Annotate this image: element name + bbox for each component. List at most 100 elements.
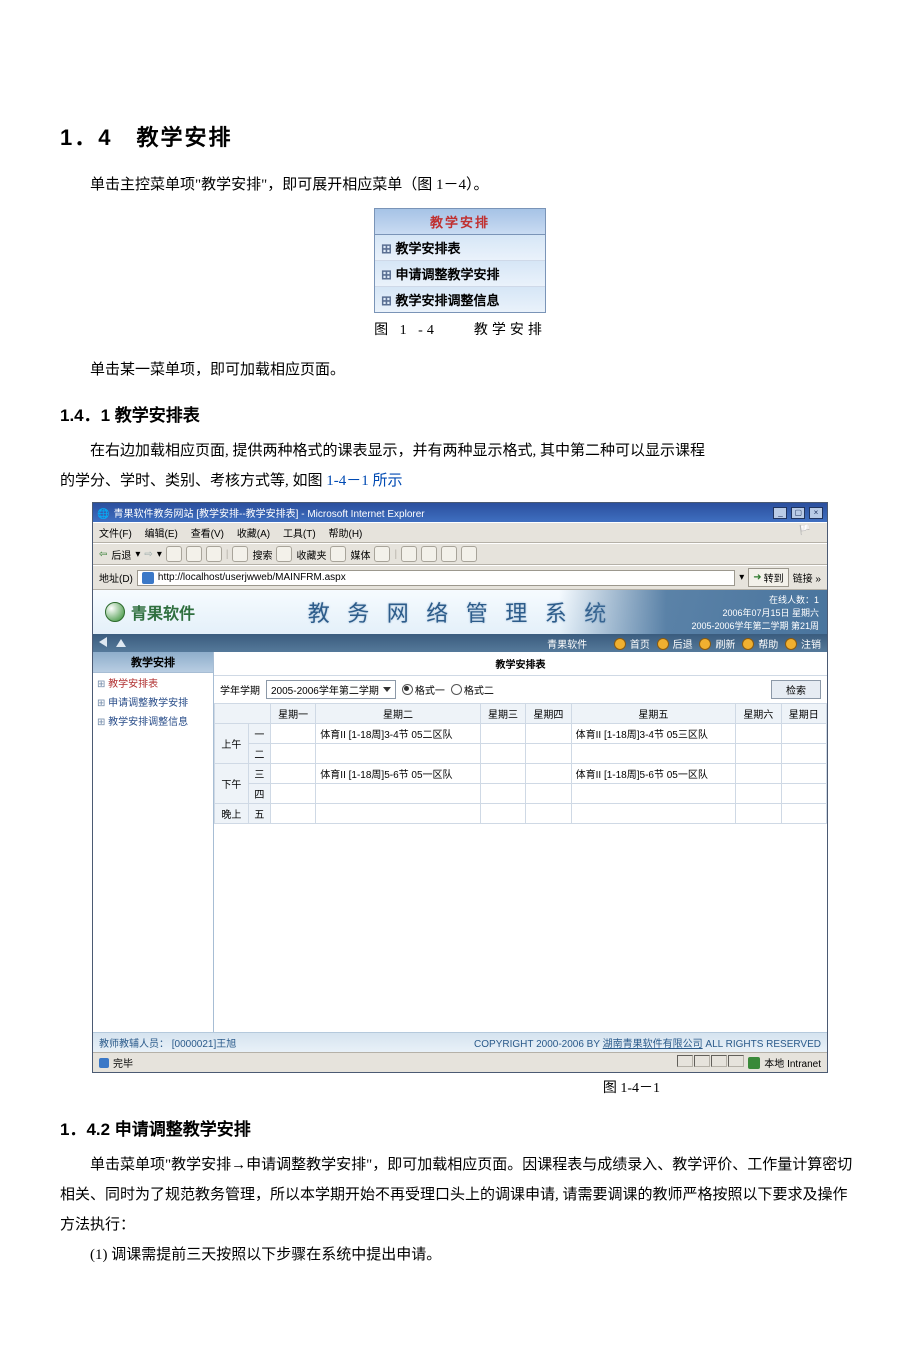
app-header: 青果软件 教 务 网 络 管 理 系 统 在线人数：1 2006年07月15日 … [93, 590, 827, 634]
day-header: 星期五 [571, 704, 736, 724]
browser-menubar[interactable]: 文件(F) 编辑(E) 查看(V) 收藏(A) 工具(T) 帮助(H) 🏳️ [93, 522, 827, 543]
day-header: 星期三 [480, 704, 525, 724]
menu-view[interactable]: 查看(V) [191, 529, 224, 540]
section-heading-1-4-1: 1.4．1 教学安排表 [60, 401, 860, 426]
menu-item[interactable]: 申请调整教学安排 [375, 260, 545, 286]
chevron-down-icon[interactable] [383, 687, 391, 692]
window-title: 🌐青果软件教务网站 [教学安排--教学安排表] - Microsoft Inte… [97, 505, 425, 520]
refresh-icon[interactable] [186, 546, 202, 562]
figure-caption: 图 1 -4 教学安排 [60, 319, 860, 339]
dropdown-icon[interactable]: ▾ [739, 572, 744, 583]
menu-item[interactable]: 教学安排调整信息 [375, 286, 545, 312]
current-term: 2005-2006学年第二学期 第21周 [559, 619, 819, 632]
maximize-icon[interactable]: ▢ [791, 507, 805, 519]
print-icon[interactable] [421, 546, 437, 562]
format2-radio[interactable]: 格式二 [451, 682, 494, 697]
app-logo-icon [105, 602, 125, 622]
toolbar-label: 搜索 [252, 547, 272, 562]
forward-icon[interactable]: ⇨ [144, 549, 152, 560]
search-icon[interactable] [232, 546, 248, 562]
nav-collapse-left-icon[interactable] [99, 637, 107, 647]
toolbar-label: 媒体 [350, 547, 370, 562]
menu-help[interactable]: 帮助(H) [329, 529, 363, 540]
discuss-icon[interactable] [461, 546, 477, 562]
paragraph: 单击主控菜单项"教学安排"，即可展开相应菜单（图 1－4）。 [60, 170, 860, 200]
nav-logout[interactable]: 注销 [801, 640, 821, 651]
current-date: 2006年07月15日 星期六 [559, 606, 819, 619]
sidebar-item-adjust-info[interactable]: 教学安排调整信息 [93, 711, 213, 730]
toolbar-label: 收藏夹 [296, 547, 326, 562]
figure-ref-link[interactable]: 1-4－1 所示 [326, 473, 402, 489]
browser-statusbar: 完毕 本地 Intranet [93, 1052, 827, 1072]
mail-icon[interactable] [401, 546, 417, 562]
menu-tools[interactable]: 工具(T) [283, 529, 316, 540]
year-select[interactable]: 2005-2006学年第二学期 [266, 680, 396, 699]
stop-icon[interactable] [166, 546, 182, 562]
back-label[interactable]: 后退 [111, 547, 131, 562]
period-4: 四 [248, 784, 270, 804]
menu-figure: 教学安排 教学安排表 申请调整教学安排 教学安排调整信息 [374, 208, 546, 313]
cell-tue-1: 体育II [1-18周]3-4节 05二区队 [316, 724, 481, 744]
day-header: 星期二 [316, 704, 481, 724]
nav-help[interactable]: 帮助 [758, 640, 778, 651]
media-icon[interactable] [330, 546, 346, 562]
logout-icon[interactable] [785, 638, 797, 650]
copyright-link[interactable]: 湖南青果软件有限公司 [603, 1039, 703, 1050]
session-ev: 晚上 [215, 804, 249, 824]
home-icon[interactable] [614, 638, 626, 650]
help-icon[interactable] [742, 638, 754, 650]
nav-collapse-up-icon[interactable] [116, 639, 126, 647]
address-input[interactable]: http://localhost/userjwweb/MAINFRM.aspx [137, 570, 735, 586]
menu-item[interactable]: 教学安排表 [375, 235, 545, 260]
copyright-b: ALL RIGHTS RESERVED [705, 1039, 821, 1050]
search-button[interactable]: 检索 [771, 680, 821, 699]
status-tray [676, 1055, 744, 1070]
menu-fav[interactable]: 收藏(A) [237, 529, 270, 540]
home-icon[interactable] [206, 546, 222, 562]
session-am: 上午 [215, 724, 249, 764]
go-button[interactable]: ➜转到 [748, 568, 788, 587]
security-zone: 本地 Intranet [764, 1055, 821, 1070]
table-row: 下午 三 体育II [1-18周]5-6节 05一区队 体育II [1-18周]… [215, 764, 827, 784]
menu-edit[interactable]: 编辑(E) [145, 529, 178, 540]
nav-refresh[interactable]: 刷新 [715, 640, 735, 651]
sidebar-item-schedule[interactable]: 教学安排表 [93, 673, 213, 692]
cell-fri-1: 体育II [1-18周]3-4节 05三区队 [571, 724, 736, 744]
nav-back[interactable]: 后退 [673, 640, 693, 651]
period-1: 一 [248, 724, 270, 744]
address-bar[interactable]: 地址(D) http://localhost/userjwweb/MAINFRM… [93, 565, 827, 590]
year-label: 学年学期 [220, 682, 260, 697]
dropdown-icon[interactable]: ▾ [135, 549, 140, 560]
menu-file[interactable]: 文件(F) [99, 529, 132, 540]
copyright-a: COPYRIGHT 2000-2006 BY [474, 1039, 603, 1050]
sidebar-title: 教学安排 [93, 652, 213, 673]
paragraph: 单击菜单项"教学安排→申请调整教学安排"，即可加载相应页面。因课程表与成绩录入、… [60, 1150, 860, 1240]
favorites-icon[interactable] [276, 546, 292, 562]
status-text: 完毕 [113, 1055, 133, 1070]
browser-toolbar[interactable]: ⇦ 后退 ▾ ⇨ ▾ | 搜索 收藏夹 媒体 | [93, 543, 827, 565]
refresh-icon[interactable] [699, 638, 711, 650]
sidebar: 教学安排 教学安排表 申请调整教学安排 教学安排调整信息 [93, 652, 214, 1032]
paragraph: (1) 调课需提前三天按照以下步骤在系统中提出申请。 [60, 1240, 860, 1270]
ie-flag-icon: 🏳️ [799, 525, 811, 536]
nav-home[interactable]: 首页 [630, 640, 650, 651]
links-label[interactable]: 链接 » [793, 570, 821, 585]
period-3: 三 [248, 764, 270, 784]
minimize-icon[interactable]: _ [773, 507, 787, 519]
back-icon[interactable] [657, 638, 669, 650]
day-header: 星期日 [781, 704, 826, 724]
sidebar-item-request-adjust[interactable]: 申请调整教学安排 [93, 692, 213, 711]
schedule-table: 星期一 星期二 星期三 星期四 星期五 星期六 星期日 上午 一 体育II [1… [214, 703, 827, 824]
content-title: 教学安排表 [214, 652, 827, 676]
footer-user: [0000021]王旭 [172, 1039, 237, 1050]
section-heading-1-4-2: 1．4.2 申请调整教学安排 [60, 1115, 860, 1140]
window-buttons[interactable]: _ ▢ × [772, 507, 823, 519]
format1-radio[interactable]: 格式一 [402, 682, 445, 697]
edit-icon[interactable] [441, 546, 457, 562]
dropdown-icon[interactable]: ▾ [157, 549, 162, 560]
close-icon[interactable]: × [809, 507, 823, 519]
address-url: http://localhost/userjwweb/MAINFRM.aspx [158, 572, 346, 583]
app-logo-text: 青果软件 [131, 600, 195, 624]
back-icon[interactable]: ⇦ [99, 549, 107, 560]
history-icon[interactable] [374, 546, 390, 562]
